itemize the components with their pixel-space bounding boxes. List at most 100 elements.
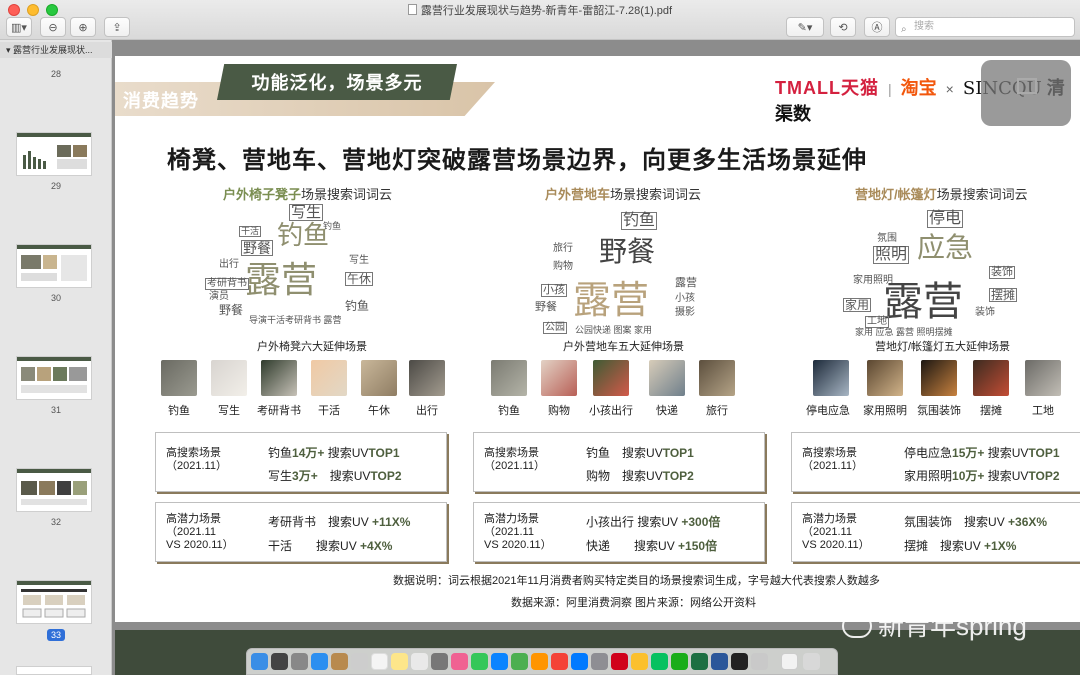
scene-label: 钓鱼 — [168, 405, 190, 417]
search-icon: ⌕ — [901, 24, 907, 35]
high-search-card: 高搜索场景 （2021.11） 钓鱼 搜索UVTOP1 购物 搜索UVTOP2 — [473, 432, 765, 492]
page-thumbnail-29[interactable] — [16, 132, 92, 176]
page-thumbnail-31[interactable] — [16, 356, 92, 400]
excel-icon[interactable] — [691, 653, 708, 670]
pdf-file-icon — [407, 4, 417, 15]
scene-photo — [649, 360, 685, 396]
zoom-in-icon: ⊕ — [78, 21, 88, 34]
slide-heading: 椅凳、营地车、营地灯突破露营场景边界，向更多生活场景延伸 — [167, 147, 867, 174]
launchpad-icon[interactable] — [291, 653, 308, 670]
scene-label: 停电应急 — [806, 405, 850, 417]
wechat-work-icon[interactable] — [671, 653, 688, 670]
page-thumbnail-33[interactable] — [16, 580, 92, 624]
sidebar-toggle-button[interactable]: ▥▾ — [6, 17, 32, 37]
scene-photo — [361, 360, 397, 396]
maps-icon[interactable] — [431, 653, 448, 670]
facetime-icon[interactable] — [491, 653, 508, 670]
markup-button[interactable]: ✎▾ — [786, 17, 824, 37]
lamp-scenes-title: 营地灯/帐篷灯五大延伸场景 — [875, 341, 1011, 353]
page-thumbnail-30[interactable] — [16, 244, 92, 288]
home-icon — [1017, 78, 1037, 94]
zoom-in-button[interactable]: ⊕ — [70, 17, 96, 37]
scene-label: 出行 — [416, 405, 438, 417]
sidebar-header[interactable]: ▾ 露营行业发展现状... — [0, 42, 112, 58]
cart-scenes-title: 户外营地车五大延伸场景 — [563, 341, 684, 353]
wechat-icon — [842, 614, 872, 638]
word-icon[interactable] — [711, 653, 728, 670]
share-button[interactable]: ⇪ — [104, 17, 130, 37]
scene-photo — [261, 360, 297, 396]
page-thumbnail-32[interactable] — [16, 468, 92, 512]
section-label: 消费趋势 — [123, 91, 199, 111]
wechat-watermark: 新青年spring — [842, 606, 1027, 643]
slide-banner: 功能泛化，场景多元 — [217, 64, 457, 100]
wechat-app-icon[interactable] — [651, 653, 668, 670]
scene-label: 考研背书 — [257, 405, 301, 417]
page-number: 31 — [50, 405, 61, 415]
chair-scenes-title: 户外椅凳六大延伸场景 — [257, 341, 367, 353]
rotate-button[interactable]: ⟲ — [830, 17, 856, 37]
scene-label: 购物 — [548, 405, 570, 417]
zoom-out-button[interactable]: ⊖ — [40, 17, 66, 37]
finder-icon[interactable] — [251, 653, 268, 670]
high-search-card: 高搜索场景 （2021.11） 停电应急15万+ 搜索UVTOP1 家用照明10… — [791, 432, 1080, 492]
current-page-number: 33 — [0, 629, 112, 641]
source-note: 数据来源：阿里消费洞察 图片来源：网络公开资料 — [511, 597, 757, 609]
scene-label: 氛围装饰 — [917, 405, 961, 417]
downloads-folder-icon[interactable] — [781, 653, 798, 670]
scene-label: 家用照明 — [863, 405, 907, 417]
scene-photo — [699, 360, 735, 396]
chair-word-cloud: 写生 钓鱼 干活 钓鱼 野餐 出行 露营 写生 考研背书 午休 演员 野餐 钓鱼… — [205, 204, 374, 325]
trash-icon[interactable] — [803, 653, 820, 670]
settings-icon[interactable] — [591, 653, 608, 670]
chair-cloud-title: 户外椅子凳子场景搜索词词云 — [223, 187, 393, 202]
music-icon[interactable] — [551, 653, 568, 670]
scene-photo — [867, 360, 903, 396]
scene-photo — [1025, 360, 1061, 396]
scene-label: 小孩出行 — [589, 405, 633, 417]
cart-cloud-title: 户外营地车场景搜索词词云 — [545, 187, 702, 202]
contacts-icon[interactable] — [351, 653, 368, 670]
high-potential-card: 高潜力场景 （2021.11 VS 2020.11） 考研背书 搜索UV +11… — [155, 502, 447, 562]
scene-photo — [813, 360, 849, 396]
notes-icon[interactable] — [391, 653, 408, 670]
search-input[interactable]: ⌕ 搜索 — [895, 17, 1075, 37]
page-thumbnail-34[interactable] — [16, 666, 92, 675]
terminal-icon[interactable] — [731, 653, 748, 670]
sketch-icon[interactable] — [631, 653, 648, 670]
pen-icon: ✎▾ — [797, 21, 813, 34]
high-search-card: 高搜索场景 （2021.11） 钓鱼14万+ 搜索UVTOP1 写生3万+ 搜索… — [155, 432, 447, 492]
dock — [246, 648, 838, 675]
document-view[interactable]: 消费趋势 功能泛化，场景多元 TMALL天猫 | 淘宝 × SINCQU 清渠数… — [112, 40, 1080, 675]
scene-photo — [311, 360, 347, 396]
scene-label: 钓鱼 — [498, 405, 520, 417]
data-note: 数据说明：词云根据2021年11月消费者购买特定类目的场景搜索词生成，字号越大代… — [393, 575, 880, 587]
high-potential-card: 高潜力场景 （2021.11 VS 2020.11） 小孩出行 搜索UV +30… — [473, 502, 765, 562]
scene-photo — [973, 360, 1009, 396]
page-number: 30 — [50, 293, 61, 303]
floating-overlay[interactable] — [981, 60, 1071, 126]
scene-photo — [491, 360, 527, 396]
photos-icon[interactable] — [451, 653, 468, 670]
app-store-icon[interactable] — [571, 653, 588, 670]
window-title: 露营行业发展现状与趋势-新青年-雷韶江-7.28(1).pdf — [0, 2, 1080, 18]
messages-icon[interactable] — [471, 653, 488, 670]
pdf-page: 消费趋势 功能泛化，场景多元 TMALL天猫 | 淘宝 × SINCQU 清渠数… — [115, 56, 1080, 622]
numbers-icon[interactable] — [511, 653, 528, 670]
lamp-cloud-title: 营地灯/帐篷灯场景搜索词词云 — [855, 187, 1028, 202]
calendar-icon[interactable] — [371, 653, 388, 670]
pages-icon[interactable] — [531, 653, 548, 670]
zoom-out-icon: ⊖ — [48, 21, 58, 34]
siri-icon[interactable] — [271, 653, 288, 670]
tmall-logo: TMALL天猫 — [775, 78, 879, 98]
sidebar-icon: ▥▾ — [11, 21, 27, 34]
preview-icon[interactable] — [751, 653, 768, 670]
thumbnail-sidebar[interactable]: ▾ 露营行业发展现状... 28 29 30 31 32 33 — [0, 40, 112, 675]
wps-icon[interactable] — [611, 653, 628, 670]
notes-app-icon[interactable] — [331, 653, 348, 670]
annotate-icon: Ⓐ — [871, 22, 883, 34]
safari-icon[interactable] — [311, 653, 328, 670]
scene-photo — [593, 360, 629, 396]
reminders-icon[interactable] — [411, 653, 428, 670]
annotate-button[interactable]: Ⓐ — [864, 17, 890, 37]
